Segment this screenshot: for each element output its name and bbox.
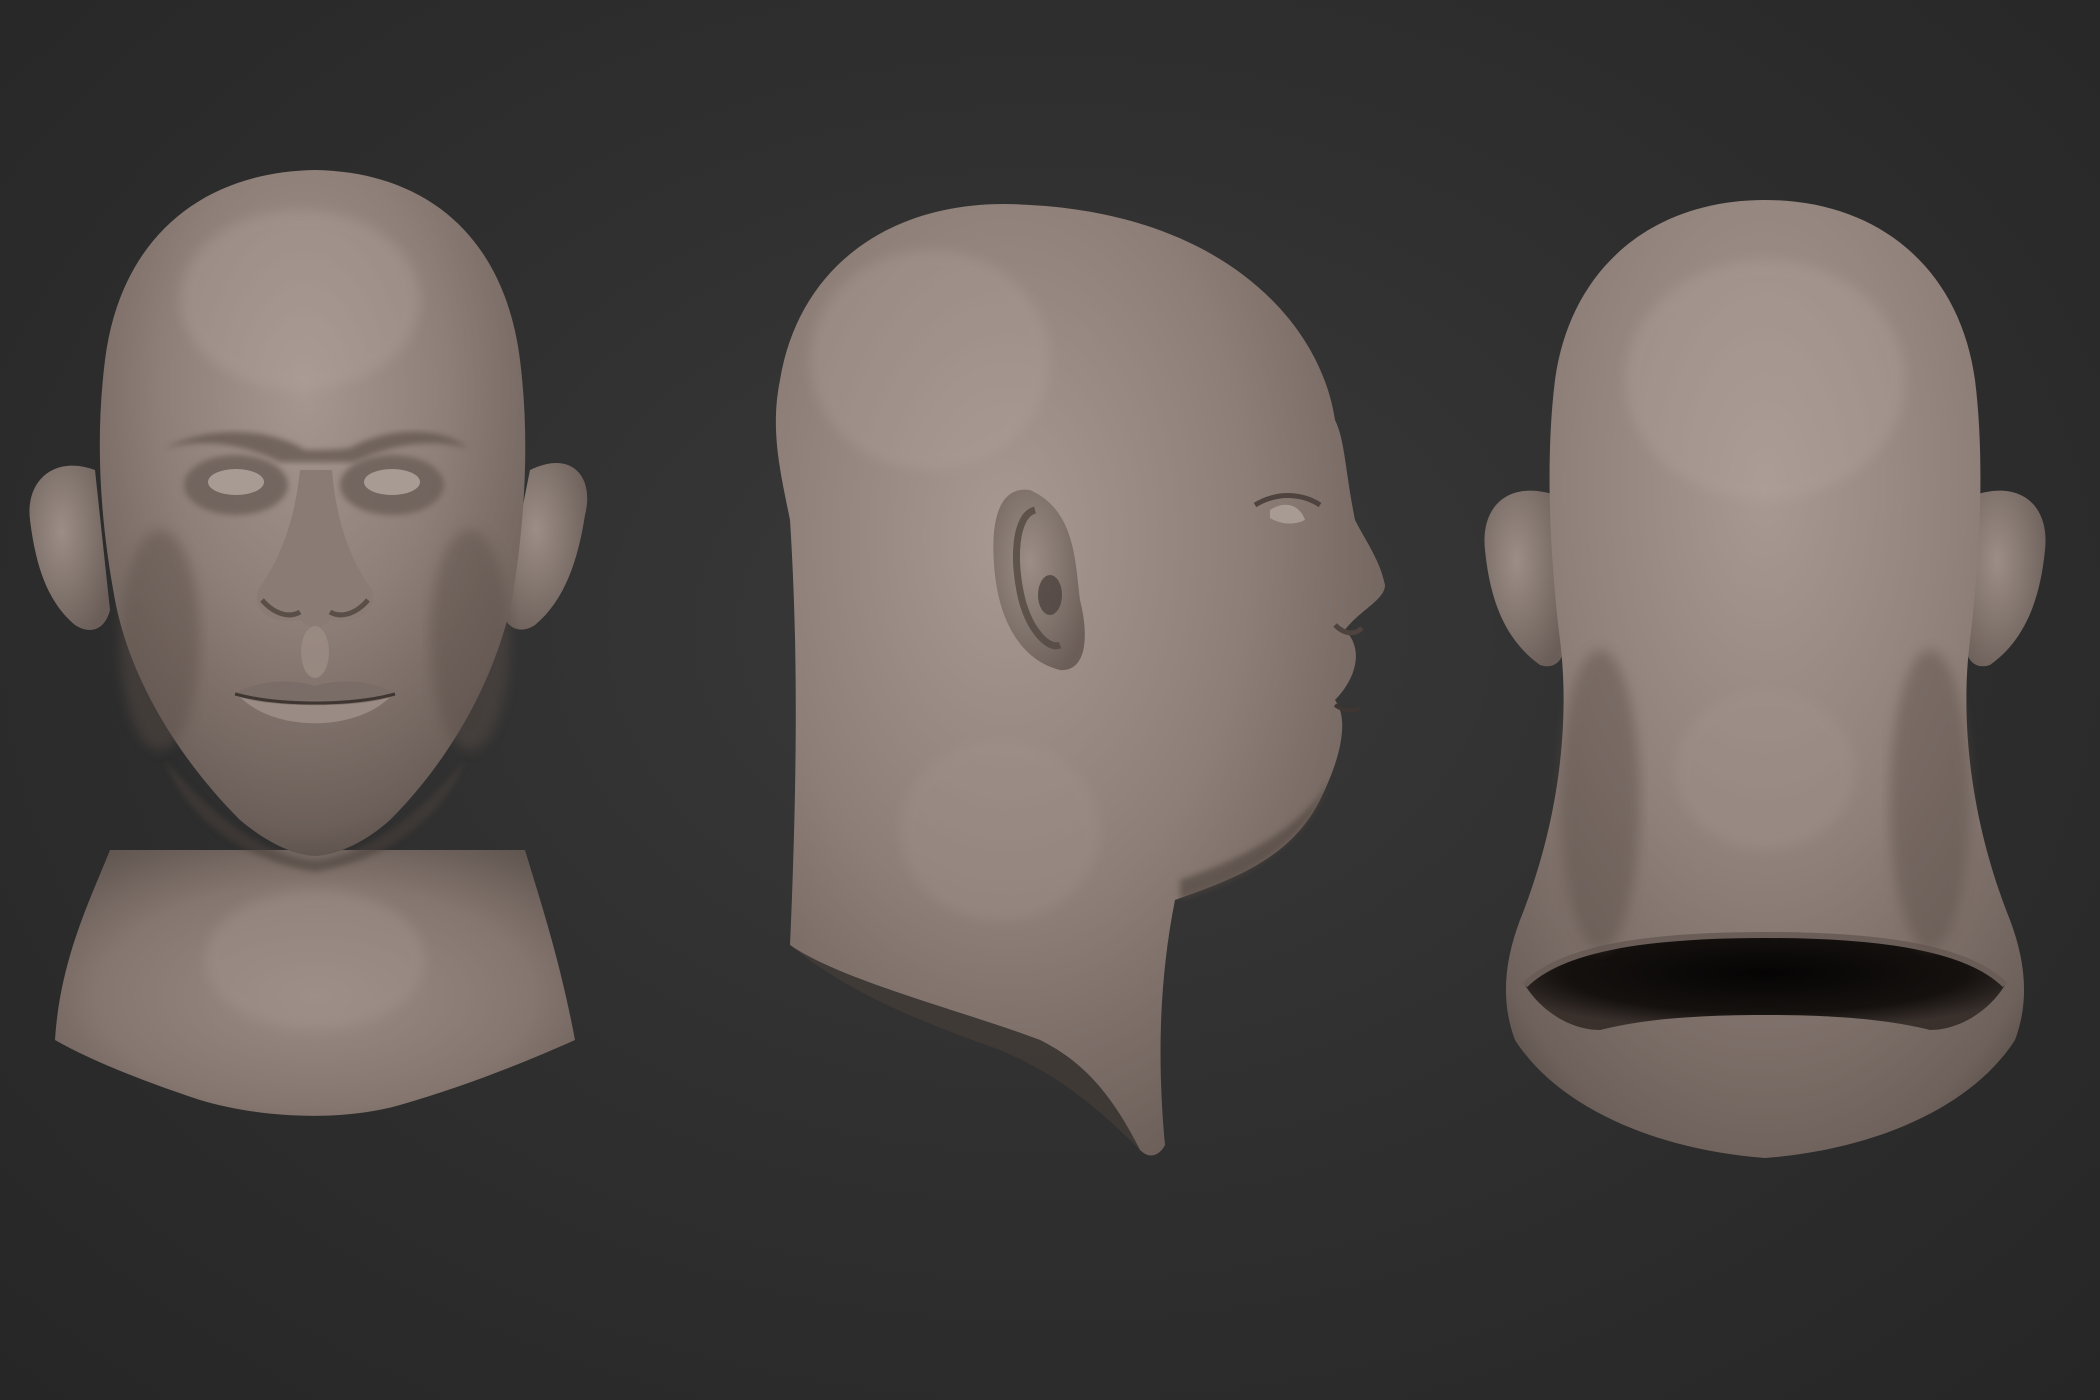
sculpt-viewport[interactable] (0, 0, 2100, 1400)
head-front-view (29, 170, 588, 1116)
head-back-view (1484, 200, 2046, 1158)
head-profile-view (775, 203, 1385, 1156)
head-sculpt-render (29, 170, 2046, 1158)
